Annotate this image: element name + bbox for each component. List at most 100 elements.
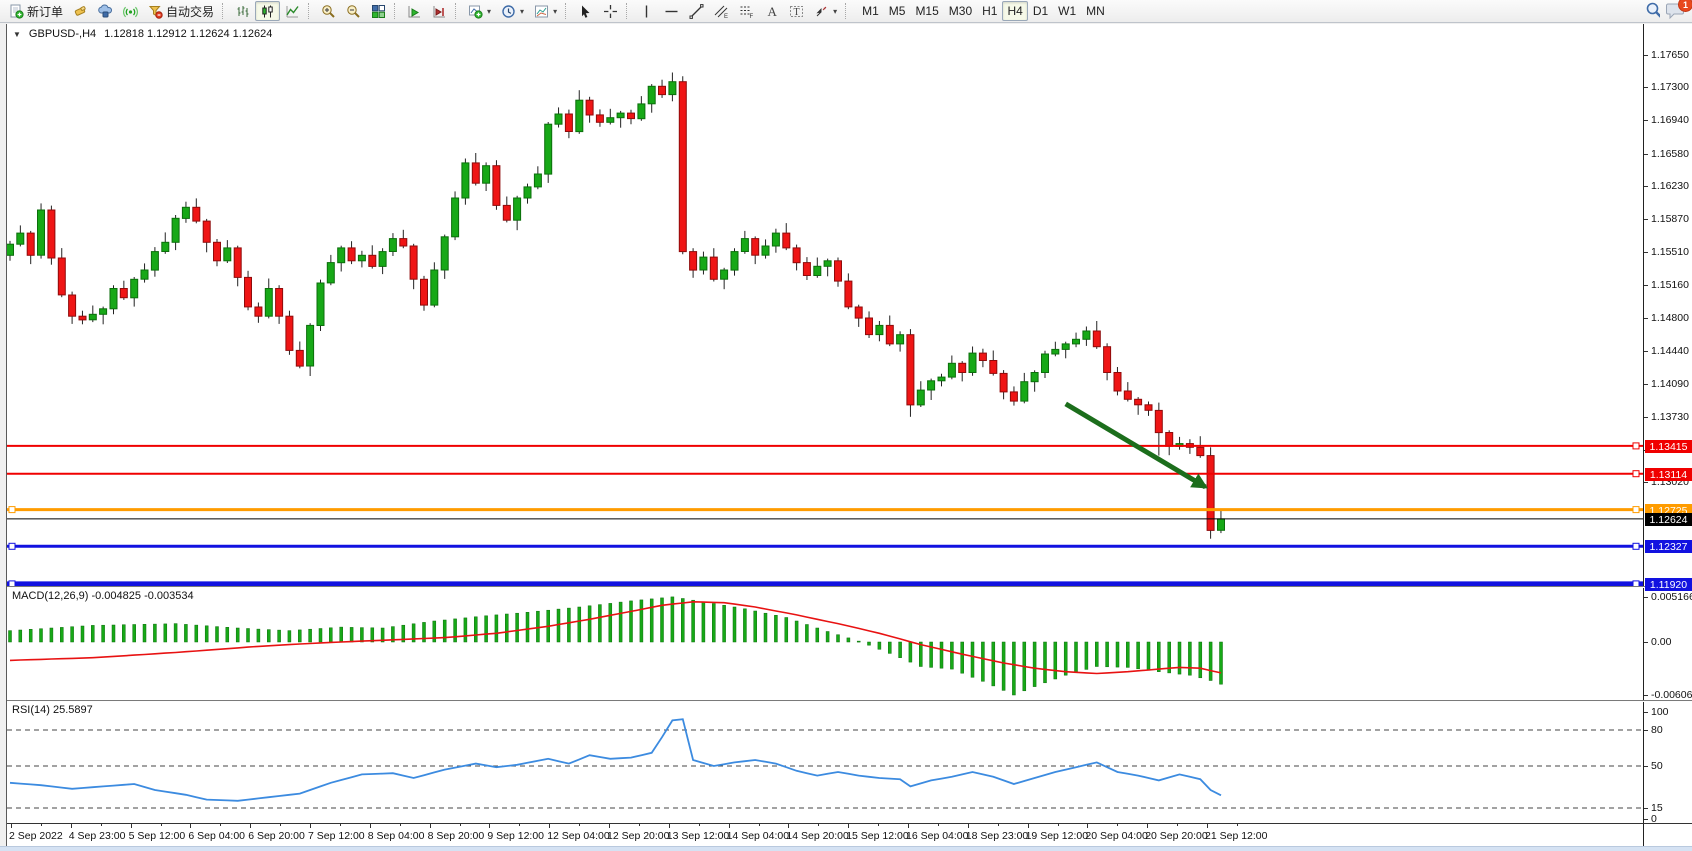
- zoom-out-button[interactable]: [341, 1, 366, 21]
- candle: [617, 113, 624, 118]
- candle: [38, 210, 45, 255]
- timeframe-button-m5[interactable]: M5: [884, 1, 911, 21]
- y-axis-tick-mark: [1644, 351, 1648, 352]
- y-axis-tick-mark: [1644, 730, 1648, 731]
- macd-histogram-bar: [1044, 642, 1047, 683]
- search-icon[interactable]: [1645, 3, 1660, 18]
- candle: [1021, 382, 1028, 401]
- macd-histogram-bar: [1116, 642, 1119, 667]
- macd-histogram-bar: [1033, 642, 1036, 687]
- pane-separator-highlight: [7, 587, 1692, 588]
- navigator-button[interactable]: [93, 1, 118, 21]
- signals-icon: [123, 4, 138, 19]
- line-handle[interactable]: [1633, 507, 1639, 513]
- templates-button[interactable]: ▾: [529, 1, 562, 21]
- candle: [48, 210, 55, 258]
- timeframe-button-m30[interactable]: M30: [944, 1, 977, 21]
- text-button[interactable]: A: [759, 1, 784, 21]
- bar-chart-button[interactable]: [230, 1, 255, 21]
- candle: [69, 295, 76, 316]
- signals-button[interactable]: [118, 1, 143, 21]
- x-axis-tick-mark: [250, 824, 251, 828]
- candlestick-icon: [260, 4, 275, 19]
- price-axis[interactable]: 1.176501.173001.169401.165801.162301.158…: [1643, 24, 1692, 846]
- rsi-line: [10, 719, 1221, 801]
- y-axis-tick: 1.15870: [1651, 213, 1689, 225]
- macd-pane[interactable]: [7, 588, 1643, 701]
- line-handle[interactable]: [9, 507, 15, 513]
- macd-histogram-bar: [278, 630, 281, 642]
- x-axis-label: 9 Sep 12:00: [487, 830, 544, 842]
- trendline-button[interactable]: [684, 1, 709, 21]
- vertical-line-button[interactable]: [634, 1, 659, 21]
- macd-histogram-bar: [961, 642, 964, 673]
- text-label-button[interactable]: T: [784, 1, 809, 21]
- crosshair-button[interactable]: [598, 1, 623, 21]
- timeframe-button-w1[interactable]: W1: [1053, 1, 1081, 21]
- y-axis-tick: 1.17650: [1651, 49, 1689, 61]
- candle: [276, 289, 283, 317]
- market-watch-button[interactable]: [68, 1, 93, 21]
- line-handle[interactable]: [1633, 471, 1639, 477]
- x-axis-label: 8 Sep 20:00: [428, 830, 485, 842]
- autotrading-button[interactable]: 自动交易: [143, 1, 219, 21]
- macd-histogram-bar: [9, 631, 12, 642]
- auto-scroll-button[interactable]: [402, 1, 427, 21]
- timeframe-button-d1[interactable]: D1: [1028, 1, 1053, 21]
- arrows-icon: [814, 4, 829, 19]
- svg-text:F: F: [750, 14, 754, 19]
- x-axis-label: 2 Sep 2022: [9, 830, 63, 842]
- macd-histogram-bar: [1095, 642, 1098, 667]
- zoom-in-button[interactable]: [316, 1, 341, 21]
- indicators-button[interactable]: ▾: [463, 1, 496, 21]
- macd-histogram-bar: [609, 603, 612, 642]
- candle: [741, 239, 748, 252]
- timeframe-button-h1[interactable]: H1: [977, 1, 1002, 21]
- fibonacci-button[interactable]: F: [734, 1, 759, 21]
- tile-windows-icon: [371, 4, 386, 19]
- candle: [979, 353, 986, 360]
- y-axis-tick-mark: [1644, 597, 1648, 598]
- line-chart-button[interactable]: [280, 1, 305, 21]
- arrows-button[interactable]: ▾: [809, 1, 842, 21]
- candlestick-chart-button[interactable]: [255, 1, 280, 21]
- notification-badge: 1: [1678, 0, 1692, 12]
- macd-histogram-bar: [692, 600, 695, 642]
- bar-chart-icon: [235, 4, 250, 19]
- macd-histogram-bar: [50, 628, 53, 642]
- equidistant-channel-button[interactable]: E: [709, 1, 734, 21]
- price-chart-pane[interactable]: [7, 24, 1643, 588]
- line-handle[interactable]: [9, 543, 15, 549]
- candle: [762, 246, 769, 255]
- rsi-pane[interactable]: [7, 702, 1643, 823]
- macd-histogram-bar: [681, 599, 684, 643]
- macd-histogram-bar: [1085, 642, 1088, 669]
- candle: [1093, 331, 1100, 347]
- x-axis-tick-mark: [549, 824, 550, 828]
- macd-histogram-bar: [1012, 642, 1015, 695]
- chevron-down-icon[interactable]: ▼: [13, 30, 21, 39]
- line-handle[interactable]: [1633, 543, 1639, 549]
- timeframe-button-m15[interactable]: M15: [910, 1, 943, 21]
- new-order-button[interactable]: 新订单: [4, 1, 68, 21]
- x-axis-tick-mark: [489, 824, 490, 828]
- cursor-button[interactable]: [573, 1, 598, 21]
- candle: [389, 239, 396, 252]
- chart-shift-button[interactable]: [427, 1, 452, 21]
- candle: [79, 316, 86, 320]
- timeframe-button-m1[interactable]: M1: [857, 1, 884, 21]
- macd-histogram-bar: [122, 625, 125, 642]
- line-handle[interactable]: [1633, 443, 1639, 449]
- x-axis-label: 6 Sep 20:00: [248, 830, 305, 842]
- timeframe-button-h4[interactable]: H4: [1002, 1, 1027, 21]
- x-axis-tick-mark: [1087, 824, 1088, 828]
- macd-histogram-bar: [723, 605, 726, 642]
- periods-button[interactable]: ▾: [496, 1, 529, 21]
- y-axis-tick-mark: [1644, 642, 1648, 643]
- timeframe-button-mn[interactable]: MN: [1081, 1, 1110, 21]
- tile-windows-button[interactable]: [366, 1, 391, 21]
- horizontal-line-button[interactable]: [659, 1, 684, 21]
- indicators-icon: [468, 4, 483, 19]
- chat-icon[interactable]: 1: [1666, 1, 1686, 19]
- time-axis[interactable]: 2 Sep 20224 Sep 23:005 Sep 12:006 Sep 04…: [7, 824, 1643, 846]
